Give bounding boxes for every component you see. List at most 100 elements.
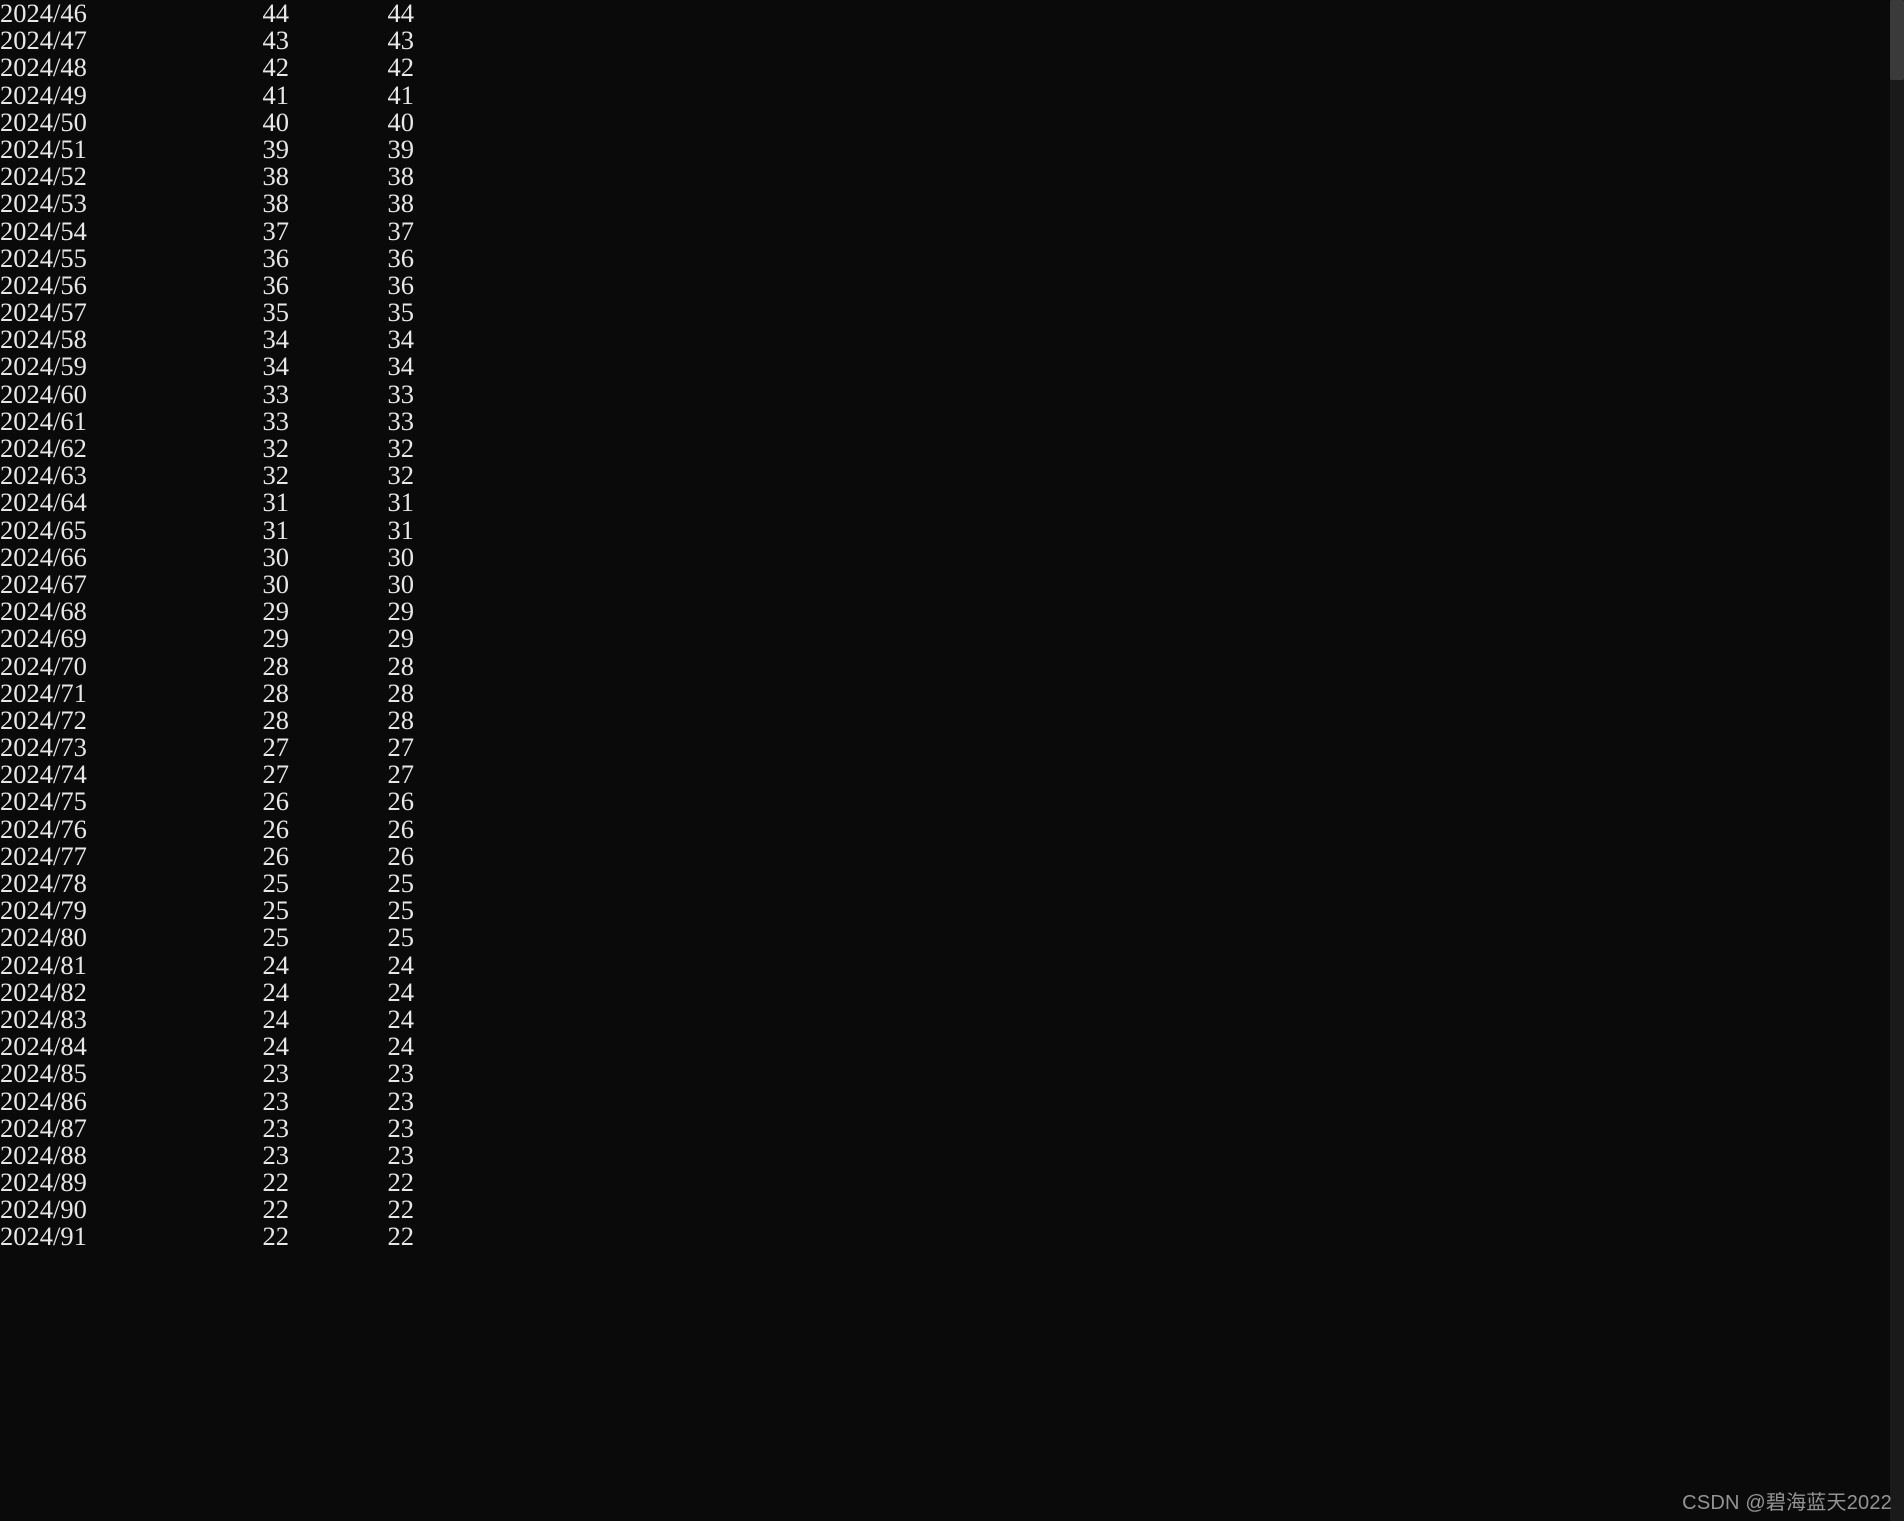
row-label: 2024/87 — [0, 1115, 185, 1142]
row-label: 2024/52 — [0, 163, 185, 190]
row-value-2: 39 — [289, 136, 414, 163]
row-label: 2024/74 — [0, 761, 185, 788]
row-value-2: 31 — [289, 517, 414, 544]
output-row: 2024/892222 — [0, 1169, 414, 1196]
output-row: 2024/862323 — [0, 1088, 414, 1115]
row-value-1: 29 — [185, 598, 289, 625]
row-label: 2024/63 — [0, 462, 185, 489]
row-value-1: 24 — [185, 1033, 289, 1060]
row-value-2: 22 — [289, 1196, 414, 1223]
output-row: 2024/732727 — [0, 734, 414, 761]
row-value-1: 23 — [185, 1088, 289, 1115]
row-label: 2024/55 — [0, 245, 185, 272]
row-value-1: 44 — [185, 0, 289, 27]
row-value-1: 27 — [185, 734, 289, 761]
row-value-2: 23 — [289, 1088, 414, 1115]
row-label: 2024/54 — [0, 218, 185, 245]
scrollbar-thumb[interactable] — [1890, 0, 1904, 80]
row-value-1: 23 — [185, 1060, 289, 1087]
row-value-1: 33 — [185, 381, 289, 408]
row-label: 2024/70 — [0, 653, 185, 680]
row-value-1: 24 — [185, 952, 289, 979]
output-row: 2024/533838 — [0, 190, 414, 217]
row-label: 2024/60 — [0, 381, 185, 408]
row-value-1: 26 — [185, 788, 289, 815]
row-label: 2024/53 — [0, 190, 185, 217]
output-row: 2024/682929 — [0, 598, 414, 625]
output-row: 2024/464444 — [0, 0, 414, 27]
output-row: 2024/812424 — [0, 952, 414, 979]
row-label: 2024/85 — [0, 1060, 185, 1087]
row-value-2: 43 — [289, 27, 414, 54]
row-value-2: 28 — [289, 653, 414, 680]
output-row: 2024/573535 — [0, 299, 414, 326]
output-row: 2024/702828 — [0, 653, 414, 680]
row-label: 2024/68 — [0, 598, 185, 625]
output-row: 2024/832424 — [0, 1006, 414, 1033]
row-label: 2024/65 — [0, 517, 185, 544]
row-value-1: 22 — [185, 1169, 289, 1196]
row-value-2: 38 — [289, 190, 414, 217]
row-value-2: 28 — [289, 680, 414, 707]
row-value-2: 24 — [289, 1033, 414, 1060]
output-row: 2024/613333 — [0, 408, 414, 435]
row-value-1: 34 — [185, 326, 289, 353]
row-value-1: 41 — [185, 82, 289, 109]
row-value-2: 36 — [289, 272, 414, 299]
output-row: 2024/643131 — [0, 489, 414, 516]
row-label: 2024/57 — [0, 299, 185, 326]
output-row: 2024/752626 — [0, 788, 414, 815]
row-label: 2024/84 — [0, 1033, 185, 1060]
row-label: 2024/71 — [0, 680, 185, 707]
output-row: 2024/872323 — [0, 1115, 414, 1142]
row-value-2: 38 — [289, 163, 414, 190]
row-value-2: 30 — [289, 544, 414, 571]
row-label: 2024/76 — [0, 816, 185, 843]
output-row: 2024/852323 — [0, 1060, 414, 1087]
row-label: 2024/79 — [0, 897, 185, 924]
output-row: 2024/772626 — [0, 843, 414, 870]
output-row: 2024/802525 — [0, 924, 414, 951]
row-value-2: 23 — [289, 1060, 414, 1087]
output-row: 2024/474343 — [0, 27, 414, 54]
row-value-2: 37 — [289, 218, 414, 245]
row-value-2: 27 — [289, 734, 414, 761]
row-label: 2024/46 — [0, 0, 185, 27]
row-value-2: 25 — [289, 897, 414, 924]
scrollbar-track[interactable] — [1890, 0, 1904, 1521]
output-row: 2024/902222 — [0, 1196, 414, 1223]
row-value-2: 32 — [289, 462, 414, 489]
row-value-2: 29 — [289, 598, 414, 625]
row-value-2: 44 — [289, 0, 414, 27]
row-value-1: 32 — [185, 462, 289, 489]
output-row: 2024/653131 — [0, 517, 414, 544]
output-row: 2024/673030 — [0, 571, 414, 598]
row-value-1: 36 — [185, 272, 289, 299]
output-row: 2024/593434 — [0, 353, 414, 380]
row-label: 2024/78 — [0, 870, 185, 897]
output-row: 2024/603333 — [0, 381, 414, 408]
row-value-1: 23 — [185, 1115, 289, 1142]
watermark-text: CSDN @碧海蓝天2022 — [1682, 1493, 1892, 1513]
row-value-2: 33 — [289, 408, 414, 435]
row-value-1: 28 — [185, 680, 289, 707]
row-value-2: 32 — [289, 435, 414, 462]
row-value-1: 33 — [185, 408, 289, 435]
row-value-1: 23 — [185, 1142, 289, 1169]
row-value-2: 26 — [289, 788, 414, 815]
row-label: 2024/89 — [0, 1169, 185, 1196]
row-value-1: 25 — [185, 870, 289, 897]
row-value-2: 34 — [289, 326, 414, 353]
row-value-2: 42 — [289, 54, 414, 81]
row-value-1: 42 — [185, 54, 289, 81]
row-value-2: 35 — [289, 299, 414, 326]
row-label: 2024/66 — [0, 544, 185, 571]
row-value-1: 30 — [185, 544, 289, 571]
row-value-2: 25 — [289, 870, 414, 897]
row-label: 2024/47 — [0, 27, 185, 54]
row-label: 2024/90 — [0, 1196, 185, 1223]
row-value-2: 28 — [289, 707, 414, 734]
row-label: 2024/82 — [0, 979, 185, 1006]
row-label: 2024/67 — [0, 571, 185, 598]
output-row: 2024/792525 — [0, 897, 414, 924]
